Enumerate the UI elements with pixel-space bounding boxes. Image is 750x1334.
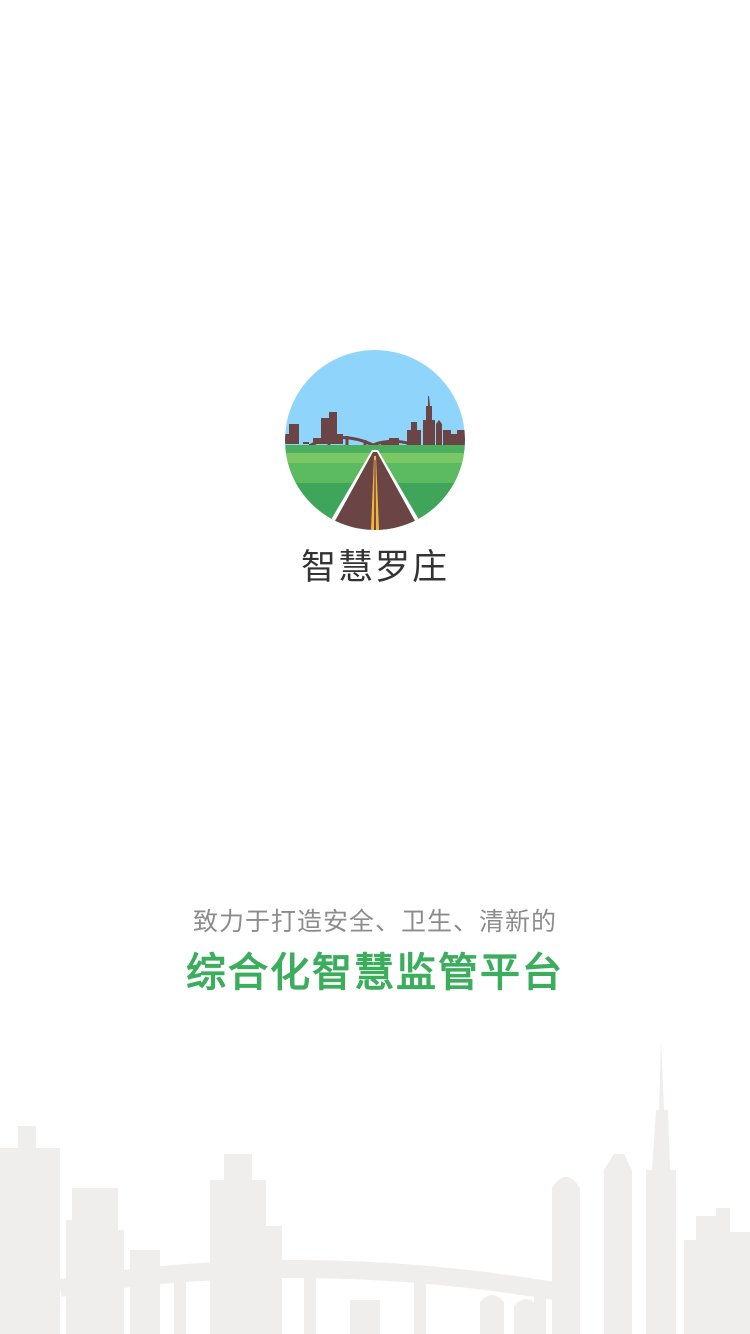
tagline: 致力于打造安全、卫生、清新的: [192, 907, 557, 936]
city-skyline-icon: [0, 1030, 750, 1334]
city-road-logo-icon: [285, 350, 465, 530]
splash-screen: 智慧罗庄 致力于打造安全、卫生、清新的 综合化智慧监管平台: [0, 0, 750, 1334]
slogan: 综合化智慧监管平台: [186, 950, 564, 996]
app-name: 智慧罗庄: [300, 548, 449, 588]
